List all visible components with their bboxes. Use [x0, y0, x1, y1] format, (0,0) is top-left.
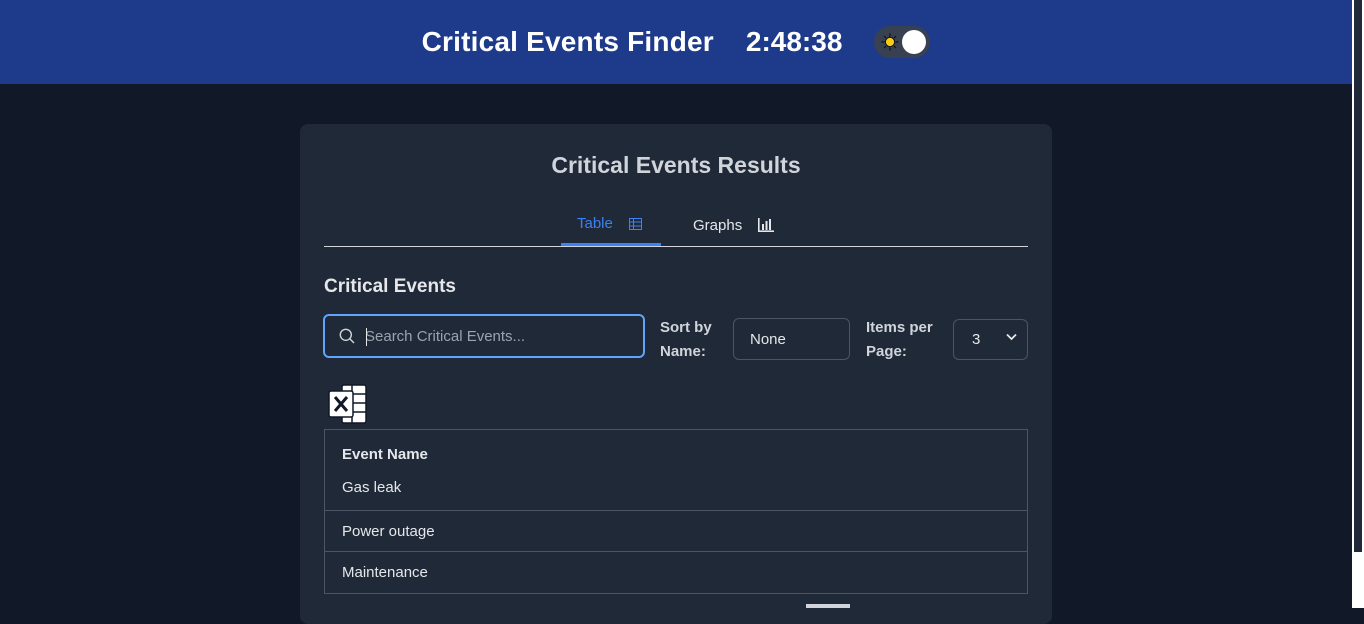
- search-field[interactable]: [323, 314, 645, 358]
- items-per-page-label: Items per Page:: [866, 319, 933, 360]
- table-cell: Maintenance: [342, 564, 428, 581]
- sort-select[interactable]: None: [733, 318, 850, 360]
- excel-export-icon[interactable]: [328, 383, 368, 425]
- results-title: Critical Events Results: [551, 152, 801, 178]
- chevron-down-icon: [1006, 333, 1017, 341]
- events-table: Event Name Gas leak Power outage Mainten…: [324, 429, 1028, 594]
- table-row: Gas leak: [325, 471, 1027, 511]
- results-card: Critical Events Results Table Graphs Cri…: [300, 124, 1052, 624]
- view-tabs: Table Graphs: [324, 204, 1028, 247]
- table-row: Power outage: [325, 511, 1027, 552]
- scrollbar-thumb[interactable]: [1354, 0, 1362, 552]
- table-cell: Gas leak: [342, 479, 402, 496]
- section-title: Critical Events: [324, 276, 456, 297]
- sort-label: Sort by Name:: [660, 319, 712, 360]
- theme-toggle[interactable]: [874, 26, 931, 58]
- items-per-page-select[interactable]: 3: [953, 319, 1028, 360]
- top-bar: Critical Events Finder 2:48:38: [0, 0, 1352, 84]
- bottom-edge-element: [806, 604, 850, 608]
- sun-icon: [880, 32, 900, 52]
- page-scrollbar[interactable]: [1352, 0, 1364, 608]
- items-per-page-value: 3: [972, 331, 981, 348]
- clock: 2:48:38: [745, 26, 843, 57]
- table-row: Maintenance: [325, 552, 1027, 593]
- search-input[interactable]: [363, 326, 637, 346]
- toggle-knob[interactable]: [902, 30, 927, 54]
- table-icon: [628, 217, 642, 230]
- tab-graphs-label: Graphs: [693, 216, 743, 234]
- search-icon: [339, 328, 355, 344]
- tab-table-label: Table: [577, 215, 613, 232]
- table-cell: Power outage: [342, 522, 435, 540]
- text-caret: [366, 328, 367, 346]
- tab-table[interactable]: Table: [561, 204, 661, 246]
- tab-graphs[interactable]: Graphs: [693, 204, 793, 246]
- app-title: Critical Events Finder: [421, 26, 714, 57]
- bar-chart-icon: [758, 218, 775, 232]
- sort-select-value: None: [750, 330, 786, 348]
- column-header-event-name[interactable]: Event Name: [325, 430, 1027, 471]
